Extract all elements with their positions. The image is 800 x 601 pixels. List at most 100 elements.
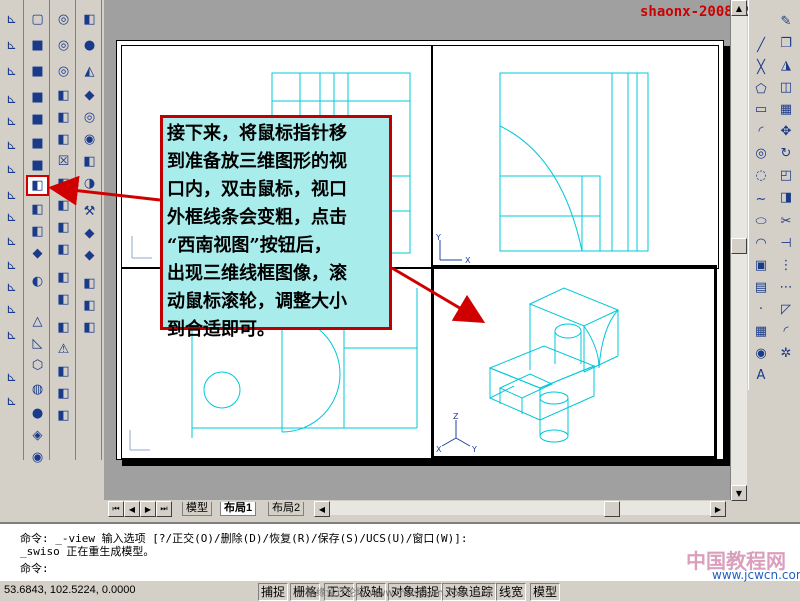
sphere-icon[interactable]: ◍ [27,380,48,399]
scroll-down-button[interactable]: ▼ [731,485,747,501]
ucs-face-icon[interactable]: ⊾ [1,112,22,131]
ucs-origin-icon[interactable]: ⊾ [1,160,22,179]
mirror-icon[interactable]: ◮ [776,56,796,75]
tab-layout1[interactable]: 布局1 [220,502,257,516]
landscape-edit-icon[interactable]: ◆ [79,224,100,243]
scroll-up-button[interactable]: ▲ [731,0,747,16]
command-prompt[interactable]: 命令: [20,562,49,575]
erase-icon[interactable]: ✎ [776,12,796,31]
cylinder-icon[interactable]: ⬡ [27,356,48,375]
bottom-view-icon[interactable]: ■ [27,36,48,55]
mtext-icon[interactable]: A [751,366,771,385]
top-view-icon[interactable]: ▢ [27,10,48,29]
first-tab-button[interactable]: ⏮ [108,501,124,517]
rectangle-icon[interactable]: ▭ [751,100,771,119]
box-icon[interactable]: △ [27,312,48,331]
tab-model[interactable]: 模型 [182,502,212,516]
insert-block-icon[interactable]: ▣ [751,256,771,275]
rotate-icon[interactable]: ↻ [776,144,796,163]
right-view-icon[interactable]: ■ [27,88,48,107]
ellipse-arc-icon[interactable]: ◠ [751,234,771,253]
hscroll-thumb[interactable] [604,501,620,517]
scale-icon[interactable]: ◰ [776,166,796,185]
copy-edge-icon[interactable]: ◧ [53,268,74,287]
copy-face-icon[interactable]: ◧ [53,218,74,237]
landscape-library-icon[interactable]: ◆ [79,246,100,265]
union-icon[interactable]: ◎ [53,10,74,29]
check-icon[interactable]: ◧ [53,406,74,425]
front-view-icon[interactable]: ■ [27,110,48,129]
line-icon[interactable]: ╱ [751,36,771,55]
render-icon[interactable]: ● [79,36,100,55]
snap-toggle[interactable]: 捕捉 [258,583,289,601]
3dorbit-icon[interactable]: ◐ [27,272,48,291]
solid-view-icon[interactable]: ◧ [79,318,100,337]
vertical-scrollbar[interactable]: ▲ ▼ [730,0,747,501]
last-tab-button[interactable]: ⏭ [156,501,172,517]
sw-isometric-view-icon[interactable]: ◧ [26,175,49,196]
rotate-face-icon[interactable]: ◧ [53,174,74,193]
fillet-icon[interactable]: ◜ [776,322,796,341]
subtract-icon[interactable]: ◎ [53,36,74,55]
clean-icon[interactable]: ⚠ [53,340,74,359]
intersect-icon[interactable]: ◎ [53,62,74,81]
scene-icon[interactable]: ◭ [79,62,100,81]
ucs-apply-icon[interactable]: ⊾ [1,300,22,319]
region-icon[interactable]: ◉ [751,344,771,363]
statistics-icon[interactable]: ◧ [79,296,100,315]
delete-face-icon[interactable]: ☒ [53,152,74,171]
command-window[interactable]: 命令: _-view 输入选项 [?/正交(O)/删除(D)/恢复(R)/保存(… [0,522,800,580]
dish-icon[interactable]: ◉ [27,448,48,467]
color-face-icon[interactable]: ◧ [53,240,74,259]
trim-icon[interactable]: ✂ [776,212,796,231]
camera-icon[interactable]: ◆ [27,244,48,263]
tab-layout2[interactable]: 布局2 [268,502,305,516]
explode-icon[interactable]: ✲ [776,344,796,363]
ucs-object-icon[interactable]: ⊾ [1,90,22,109]
cone-icon[interactable]: ● [27,404,48,423]
scroll-thumb[interactable] [731,238,747,254]
chamfer-icon[interactable]: ◸ [776,300,796,319]
xline-icon[interactable]: ╳ [751,58,771,77]
ucs-icon[interactable]: ⊾ [1,10,22,29]
spline-icon[interactable]: ∼ [751,190,771,209]
extend-icon[interactable]: ⊣ [776,234,796,253]
landscape-icon[interactable]: ⚒ [79,202,100,221]
prev-tab-button[interactable]: ◀ [124,501,140,517]
break-icon[interactable]: ⋯ [776,278,796,297]
shell-icon[interactable]: ◧ [53,384,74,403]
mapping-icon[interactable]: ◉ [79,130,100,149]
offset-icon[interactable]: ◫ [776,78,796,97]
torus-icon[interactable]: ◈ [27,426,48,445]
ucs-zaxis-icon[interactable]: ⊾ [1,186,22,205]
polygon-icon[interactable]: ⬠ [751,80,771,99]
viewport-side[interactable]: Y X [431,45,719,269]
ellipse-icon[interactable]: ⬭ [751,212,771,231]
ucs-x-icon[interactable]: ⊾ [1,232,22,251]
stretch-icon[interactable]: ◨ [776,188,796,207]
materials-icon[interactable]: ◎ [79,108,100,127]
nw-view-icon[interactable]: ◧ [27,222,48,241]
offset-face-icon[interactable]: ◧ [53,130,74,149]
break-point-icon[interactable]: ⋮ [776,256,796,275]
circle-icon[interactable]: ◎ [751,144,771,163]
extrude-face-icon[interactable]: ◧ [53,86,74,105]
ucs-view-icon[interactable]: ⊾ [1,136,22,155]
scroll-right-button[interactable]: ▶ [710,501,726,517]
make-block-icon[interactable]: ▤ [751,278,771,297]
move-face-icon[interactable]: ◧ [53,108,74,127]
ucs-3point-icon[interactable]: ⊾ [1,208,22,227]
model-toggle[interactable]: 模型 [530,583,561,601]
ucs-named-icon[interactable]: ⊾ [1,368,22,387]
lineweight-toggle[interactable]: 线宽 [496,583,527,601]
viewport-sw-isometric-active[interactable]: Z Y X [431,265,717,459]
move-icon[interactable]: ✥ [776,122,796,141]
copy-icon[interactable]: ❐ [776,34,796,53]
ucs-y-icon[interactable]: ⊾ [1,256,22,275]
horizontal-scrollbar[interactable]: ◀ ▶ [314,501,726,517]
ucs-orthographic-icon[interactable]: ⊾ [1,392,22,411]
left-view-icon[interactable]: ■ [27,62,48,81]
ucs-prev-icon[interactable]: ⊾ [1,36,22,55]
se-view-icon[interactable]: ■ [27,156,48,175]
light-icon[interactable]: ◆ [79,86,100,105]
